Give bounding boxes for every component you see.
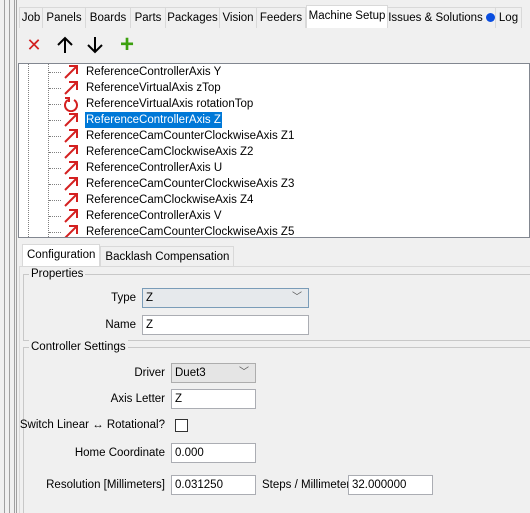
arrow-up-icon [57, 36, 73, 53]
tree-item[interactable]: ReferenceCamCounterClockwiseAxis Z1 [19, 128, 529, 144]
group-title: Properties [29, 267, 86, 281]
tab-panels[interactable]: Panels [43, 7, 86, 28]
tab-configuration[interactable]: Configuration [22, 244, 101, 267]
name-label: Name [105, 319, 136, 331]
frame-border [16, 0, 17, 513]
resolution-input[interactable]: 0.031250 [171, 475, 256, 495]
tab-feeders[interactable]: Feeders [257, 7, 306, 28]
config-tabs: Configuration Backlash Compensation [22, 244, 235, 267]
tab-packages[interactable]: Packages [166, 7, 220, 28]
axis-letter-input[interactable]: Z [171, 389, 256, 409]
tree-item[interactable]: ReferenceVirtualAxis rotationTop [19, 96, 529, 113]
resolution-label: Resolution [Millimeters] [46, 479, 165, 491]
delete-button[interactable]: ✕ [23, 34, 45, 56]
tab-issues-solutions[interactable]: Issues & Solutions [388, 7, 496, 28]
tree-connector [49, 232, 61, 233]
home-coordinate-label: Home Coordinate [74, 447, 165, 459]
notification-dot-icon [485, 13, 495, 22]
tree-item-label: ReferenceControllerAxis Z [85, 112, 222, 128]
linear-axis-icon [63, 208, 79, 224]
linear-axis-icon [63, 224, 79, 237]
move-up-button[interactable] [54, 34, 76, 56]
rotation-axis-icon [63, 96, 79, 113]
tab-boards[interactable]: Boards [86, 7, 131, 28]
tree-item[interactable]: ReferenceControllerAxis U [19, 160, 529, 176]
tab-vision[interactable]: Vision [220, 7, 257, 28]
tree-connector [49, 152, 61, 153]
frame-border [9, 0, 10, 513]
tree-item[interactable]: ReferenceControllerAxis V [19, 208, 529, 224]
tree-item[interactable]: ReferenceCamCounterClockwiseAxis Z5 [19, 224, 529, 238]
tree-connector [49, 88, 61, 89]
tree-connector [49, 168, 61, 169]
linear-axis-icon [63, 176, 79, 192]
type-combobox[interactable]: Z ﹀ [142, 288, 309, 308]
tree-connector [49, 72, 61, 73]
tab-parts[interactable]: Parts [131, 7, 166, 28]
home-coordinate-input[interactable]: 0.000 [171, 443, 256, 463]
axis-tree[interactable]: ReferenceControllerAxis Y ReferenceVirtua… [18, 63, 530, 238]
move-down-button[interactable] [84, 34, 106, 56]
tree-connector [49, 184, 61, 185]
type-label: Type [111, 292, 136, 304]
add-icon: + [119, 31, 134, 58]
driver-combobox[interactable]: Duet3 ﹀ [171, 363, 256, 383]
frame-border [4, 0, 5, 513]
tree-item[interactable]: ReferenceCamClockwiseAxis Z2 [19, 144, 529, 160]
tree-item[interactable]: ReferenceControllerAxis Z [19, 112, 529, 128]
tree-item-label: ReferenceControllerAxis Y [86, 66, 222, 78]
tree-connector [49, 200, 61, 201]
tree-item-label: ReferenceCamClockwiseAxis Z2 [86, 146, 254, 158]
steps-per-mm-input[interactable]: 32.000000 [348, 475, 433, 495]
main-tabs: Job Panels Boards Parts Packages Vision … [19, 5, 523, 28]
add-button[interactable]: + [116, 31, 138, 58]
tree-item-label: ReferenceControllerAxis V [86, 210, 222, 222]
switch-linear-rotational-label: Switch Linear ↔ Rotational? [19, 419, 165, 431]
chevron-down-icon: ﹀ [239, 367, 249, 378]
name-input[interactable]: Z [142, 315, 309, 335]
tree-item[interactable]: ReferenceCamClockwiseAxis Z4 [19, 192, 529, 208]
tab-job[interactable]: Job [19, 7, 43, 28]
tree-item-label: ReferenceCamClockwiseAxis Z4 [86, 194, 254, 206]
linear-axis-icon [63, 64, 79, 80]
linear-axis-icon [63, 80, 79, 96]
switch-linear-rotational-checkbox[interactable] [175, 419, 188, 432]
tab-label: Issues & Solutions [388, 12, 483, 24]
linear-axis-icon [63, 112, 79, 128]
steps-per-mm-label: Steps / Millimeter [262, 479, 351, 491]
tree-item-label: ReferenceVirtualAxis rotationTop [86, 98, 254, 110]
linear-axis-icon [63, 160, 79, 176]
chevron-down-icon: ﹀ [292, 292, 302, 303]
tree-item-label: ReferenceVirtualAxis zTop [86, 82, 221, 94]
tab-machine-setup[interactable]: Machine Setup [306, 5, 388, 28]
tree-item[interactable]: ReferenceVirtualAxis zTop [19, 80, 529, 96]
group-title: Controller Settings [29, 340, 128, 354]
tree-item-label: ReferenceCamCounterClockwiseAxis Z5 [86, 226, 295, 238]
delete-icon: ✕ [26, 35, 42, 55]
tree-item-label: ReferenceCamCounterClockwiseAxis Z3 [86, 178, 295, 190]
axis-letter-label: Axis Letter [110, 393, 165, 405]
tree-connector [49, 216, 61, 217]
linear-axis-icon [63, 128, 79, 144]
tab-log[interactable]: Log [496, 7, 522, 28]
tree-item-label: ReferenceControllerAxis U [86, 162, 223, 174]
tab-backlash-compensation[interactable]: Backlash Compensation [100, 246, 235, 267]
tree-connector [49, 104, 61, 105]
tree-connector [49, 120, 61, 121]
linear-axis-icon [63, 144, 79, 160]
tree-connector [49, 136, 61, 137]
arrow-down-icon [87, 37, 103, 54]
frame-border [14, 0, 15, 513]
tree-item-label: ReferenceCamCounterClockwiseAxis Z1 [86, 130, 295, 142]
driver-label: Driver [134, 367, 165, 379]
tree-item[interactable]: ReferenceCamCounterClockwiseAxis Z3 [19, 176, 529, 192]
tree-item[interactable]: ReferenceControllerAxis Y [19, 64, 529, 80]
linear-axis-icon [63, 192, 79, 208]
type-value: Z [146, 292, 154, 304]
driver-value: Duet3 [175, 367, 206, 379]
